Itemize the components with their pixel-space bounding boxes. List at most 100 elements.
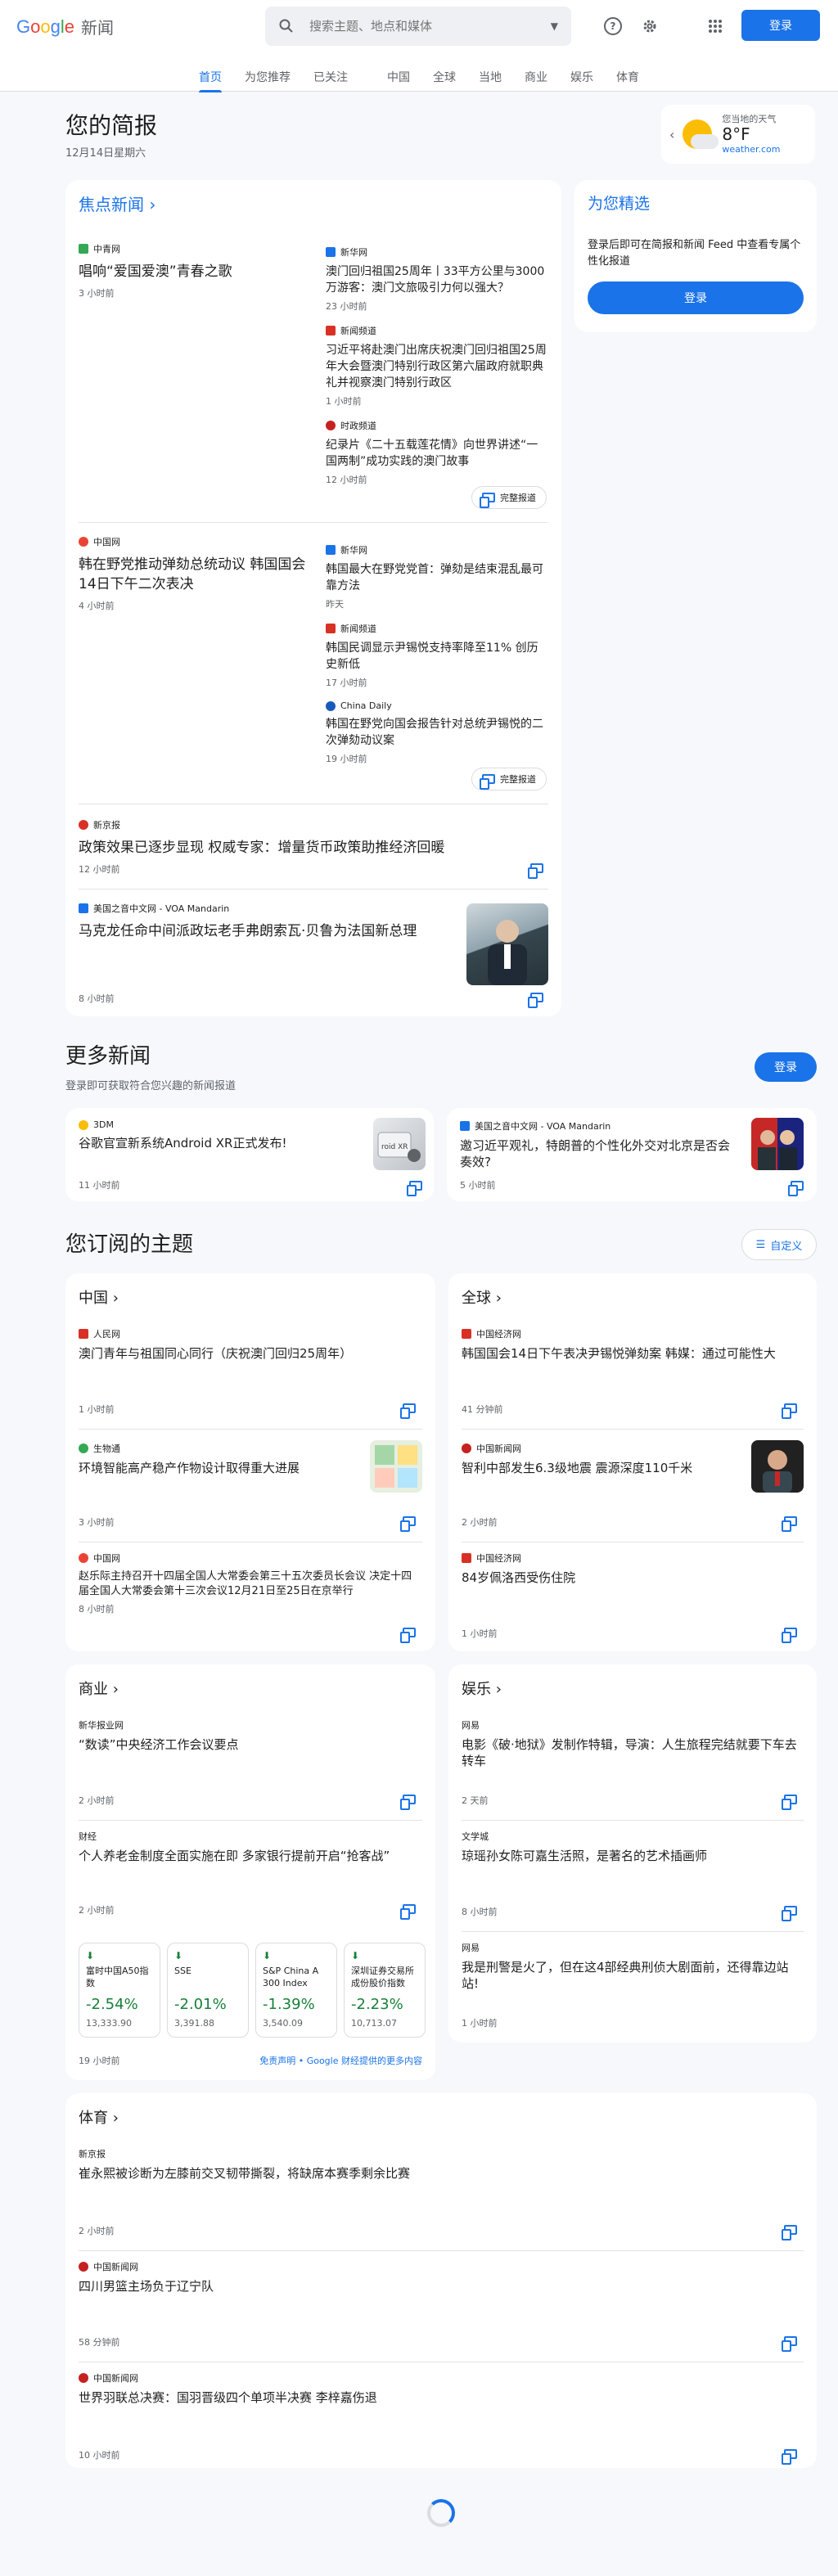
topic-story[interactable]: 中国新闻网 智利中部发生6.3级地震 震源深度110千米 bbox=[462, 1442, 740, 1476]
full-coverage-icon[interactable] bbox=[400, 1514, 419, 1532]
help-icon[interactable]: ? bbox=[604, 17, 622, 35]
topic-story[interactable]: 中国经济网 韩国国会14日下午表决尹锡悦弹劾案 韩媒：通过可能性大 bbox=[462, 1327, 805, 1362]
tab-china[interactable]: 中国 bbox=[376, 62, 421, 92]
full-coverage-button[interactable]: 完整报道 bbox=[471, 486, 547, 509]
full-coverage-icon[interactable] bbox=[788, 1178, 807, 1196]
tab-world[interactable]: 全球 bbox=[421, 62, 467, 92]
story-title[interactable]: 崔永熙被诊断为左膝前交叉韧带撕裂，将缺席本赛季剩余比赛 bbox=[79, 2165, 782, 2182]
topic-title-china[interactable]: 中国 › bbox=[79, 1286, 119, 1308]
customize-button[interactable]: ☰ 自定义 bbox=[741, 1229, 817, 1260]
full-coverage-icon[interactable] bbox=[528, 990, 547, 1008]
topic-story[interactable]: 中国新闻网 世界羽联总决赛：国羽晋级四个单项半决赛 李梓嘉伤退 bbox=[79, 2371, 782, 2406]
story-title[interactable]: 韩国民调显示尹锡悦支持率降至11% 创历史新低 bbox=[326, 640, 548, 673]
picks-signin-button[interactable]: 登录 bbox=[588, 281, 804, 314]
story-title[interactable]: 智利中部发生6.3级地震 震源深度110千米 bbox=[462, 1460, 740, 1476]
full-coverage-icon[interactable] bbox=[400, 1902, 419, 1920]
story-title[interactable]: 赵乐际主持召开十四届全国人大常委会第三十五次委员长会议 决定十四届全国人大常委会… bbox=[79, 1569, 422, 1599]
story-title[interactable]: “数读”中央经济工作会议要点 bbox=[79, 1736, 422, 1753]
story-title[interactable]: 电影《破·地狱》发制作特辑，导演：人生旅程完结就要下车去转车 bbox=[462, 1736, 805, 1769]
tab-home[interactable]: 首页 bbox=[187, 62, 233, 92]
stock-card[interactable]: ⬇ 富时中国A50指数 -2.54% 13,333.90 bbox=[79, 1943, 160, 2038]
story-title[interactable]: 澳门回归祖国25周年丨33平方公里与3000万游客：澳门文旅吸引力何以强大？ bbox=[326, 263, 548, 296]
story-title[interactable]: 我是刑警是火了，但在这4部经典刑侦大剧面前，还得靠边站站! bbox=[462, 1959, 805, 1992]
google-news-logo[interactable]: Google 新闻 bbox=[16, 15, 114, 38]
topic-story[interactable]: 中国经济网 84岁佩洛西受伤住院 bbox=[462, 1551, 805, 1586]
tab-local[interactable]: 当地 bbox=[467, 62, 513, 92]
story-title[interactable]: 马克龙任命中间派政坛老手弗朗索瓦·贝鲁为法国新总理 bbox=[79, 921, 439, 941]
tab-following[interactable]: 已关注 bbox=[302, 62, 359, 92]
story-title[interactable]: 邀习近平观礼，特朗普的个性化外交对北京是否会奏效? bbox=[460, 1137, 738, 1170]
story-title[interactable]: 澳门青年与祖国同心同行（庆祝澳门回归25周年） bbox=[79, 1345, 422, 1362]
topic-story[interactable]: 新京报 崔永熙被诊断为左膝前交叉韧带撕裂，将缺席本赛季剩余比赛 bbox=[79, 2147, 782, 2182]
full-coverage-icon[interactable] bbox=[528, 861, 547, 879]
story-main[interactable]: 中青网 唱响“爱国爱澳”青春之歌 3 小时前 bbox=[79, 242, 316, 299]
tab-business[interactable]: 商业 bbox=[513, 62, 559, 92]
story-title[interactable]: 个人养老金制度全面实施在即 多家银行提前开启“抢客战” bbox=[79, 1848, 422, 1864]
story-title[interactable]: 习近平将赴澳门出席庆祝澳门回归祖国25周年大会暨澳门特别行政区第六届政府就职典礼… bbox=[326, 342, 548, 391]
story-title[interactable]: 政策效果已逐步显现 权威专家：增量货币政策助推经济回暖 bbox=[79, 838, 537, 858]
topic-title-sports[interactable]: 体育 › bbox=[79, 2106, 119, 2128]
more-news-card[interactable]: 3DM 谷歌官宣新系统Android XR正式发布! 11 小时前 roid X… bbox=[65, 1108, 434, 1201]
tab-entertainment[interactable]: 娱乐 bbox=[559, 62, 605, 92]
story-title[interactable]: 谷歌官宣新系统Android XR正式发布! bbox=[79, 1135, 349, 1151]
full-coverage-icon[interactable] bbox=[782, 1401, 800, 1419]
search-input[interactable] bbox=[309, 19, 551, 34]
search-dropdown-icon[interactable]: ▼ bbox=[551, 20, 558, 32]
full-coverage-icon[interactable] bbox=[400, 1401, 419, 1419]
story-side[interactable]: 新闻频道 习近平将赴澳门出席庆祝澳门回归祖国25周年大会暨澳门特别行政区第六届政… bbox=[326, 324, 548, 408]
story-title[interactable]: 84岁佩洛西受伤住院 bbox=[462, 1569, 805, 1586]
story-side[interactable]: 新华网 澳门回归祖国25周年丨33平方公里与3000万游客：澳门文旅吸引力何以强… bbox=[326, 245, 548, 313]
story-title[interactable]: 环境智能高产稳产作物设计取得重大进展 bbox=[79, 1460, 357, 1476]
topic-story[interactable]: 中国网 赵乐际主持召开十四届全国人大常委会第三十五次委员长会议 决定十四届全国人… bbox=[79, 1551, 422, 1615]
story-title[interactable]: 韩国最大在野党党首：弹劾是结束混乱最可靠方法 bbox=[326, 561, 548, 594]
more-signin-button[interactable]: 登录 bbox=[755, 1052, 817, 1082]
topic-story[interactable]: 中国新闻网 四川男篮主场负于辽宁队 bbox=[79, 2260, 782, 2295]
top-stories-title[interactable]: 焦点新闻 › bbox=[79, 191, 155, 215]
story-title[interactable]: 四川男篮主场负于辽宁队 bbox=[79, 2278, 782, 2295]
full-coverage-icon[interactable] bbox=[782, 1792, 800, 1810]
story-main[interactable]: 中国网 韩在野党推动弹劾总统动议 韩国国会14日下午二次表决 4 小时前 bbox=[79, 535, 316, 612]
full-coverage-icon[interactable] bbox=[782, 2222, 800, 2240]
full-coverage-icon[interactable] bbox=[782, 1514, 800, 1532]
topic-title-business[interactable]: 商业 › bbox=[79, 1678, 119, 1699]
topic-story[interactable]: 文学城 琼瑶孙女陈可嘉生活照，是著名的艺术插画师 bbox=[462, 1830, 805, 1864]
full-coverage-icon[interactable] bbox=[407, 1178, 426, 1196]
full-coverage-icon[interactable] bbox=[782, 2447, 800, 2465]
story-thumbnail[interactable] bbox=[370, 1440, 422, 1493]
signin-button[interactable]: 登录 bbox=[741, 10, 820, 41]
topic-story[interactable]: 网易 电影《破·地狱》发制作特辑，导演：人生旅程完结就要下车去转车 bbox=[462, 1718, 805, 1769]
story-side[interactable]: 新华网 韩国最大在野党党首：弹劾是结束混乱最可靠方法 昨天 bbox=[326, 543, 548, 610]
story-title[interactable]: 韩国国会14日下午表决尹锡悦弹劾案 韩媒：通过可能性大 bbox=[462, 1345, 805, 1362]
topic-story[interactable]: 人民网 澳门青年与祖国同心同行（庆祝澳门回归25周年） bbox=[79, 1327, 422, 1362]
full-coverage-icon[interactable] bbox=[400, 1792, 419, 1810]
story-title[interactable]: 纪录片《二十五载莲花情》向世界讲述“一国两制”成功实践的澳门故事 bbox=[326, 437, 548, 470]
story-thumbnail[interactable] bbox=[751, 1118, 804, 1170]
story-title[interactable]: 韩在野党推动弹劾总统动议 韩国国会14日下午二次表决 bbox=[79, 555, 316, 594]
stock-card[interactable]: ⬇ 深圳证券交易所成份股价指数 -2.23% 10,713.07 bbox=[344, 1943, 426, 2038]
search-box[interactable]: ▼ bbox=[265, 7, 571, 46]
story-thumbnail[interactable] bbox=[751, 1440, 804, 1493]
apps-grid-icon[interactable] bbox=[705, 16, 725, 36]
more-news-card[interactable]: 美国之音中文网 - VOA Mandarin 邀习近平观礼，特朗普的个性化外交对… bbox=[447, 1108, 817, 1201]
topic-title-entertainment[interactable]: 娱乐 › bbox=[462, 1678, 502, 1699]
weather-widget[interactable]: ‹ 您当地的天气 8°F weather.com bbox=[661, 105, 815, 164]
story-title[interactable]: 世界羽联总决赛：国羽晋级四个单项半决赛 李梓嘉伤退 bbox=[79, 2389, 782, 2406]
story-title[interactable]: 唱响“爱国爱澳”青春之歌 bbox=[79, 262, 316, 281]
tab-sports[interactable]: 体育 bbox=[605, 62, 651, 92]
search-icon[interactable] bbox=[278, 18, 295, 34]
full-coverage-button[interactable]: 完整报道 bbox=[471, 768, 547, 790]
settings-gear-icon[interactable] bbox=[640, 16, 660, 36]
story-single[interactable]: 美国之音中文网 - VOA Mandarin 马克龙任命中间派政坛老手弗朗索瓦·… bbox=[79, 902, 439, 941]
topic-story[interactable]: 财经 个人养老金制度全面实施在即 多家银行提前开启“抢客战” bbox=[79, 1830, 422, 1864]
story-title[interactable]: 琼瑶孙女陈可嘉生活照，是著名的艺术插画师 bbox=[462, 1848, 805, 1864]
story-side[interactable]: 新闻频道 韩国民调显示尹锡悦支持率降至11% 创历史新低 17 小时前 bbox=[326, 622, 548, 689]
full-coverage-icon[interactable] bbox=[782, 2334, 800, 2352]
stock-card[interactable]: ⬇ SSE -2.01% 3,391.88 bbox=[167, 1943, 249, 2038]
full-coverage-icon[interactable] bbox=[782, 1625, 800, 1643]
topic-story[interactable]: 网易 我是刑警是火了，但在这4部经典刑侦大剧面前，还得靠边站站! bbox=[462, 1941, 805, 1992]
stock-card[interactable]: ⬇ S&P China A 300 Index (CNY) -1.39% 3,5… bbox=[255, 1943, 337, 2038]
story-side[interactable]: China Daily 韩国在野党向国会报告针对总统尹锡悦的二次弹劾动议案 19… bbox=[326, 700, 548, 765]
topic-title-world[interactable]: 全球 › bbox=[462, 1286, 502, 1308]
story-thumbnail[interactable] bbox=[466, 903, 548, 985]
finance-disclaimer-link[interactable]: 免责声明 • Google 财经提供的更多内容 bbox=[259, 2054, 422, 2067]
